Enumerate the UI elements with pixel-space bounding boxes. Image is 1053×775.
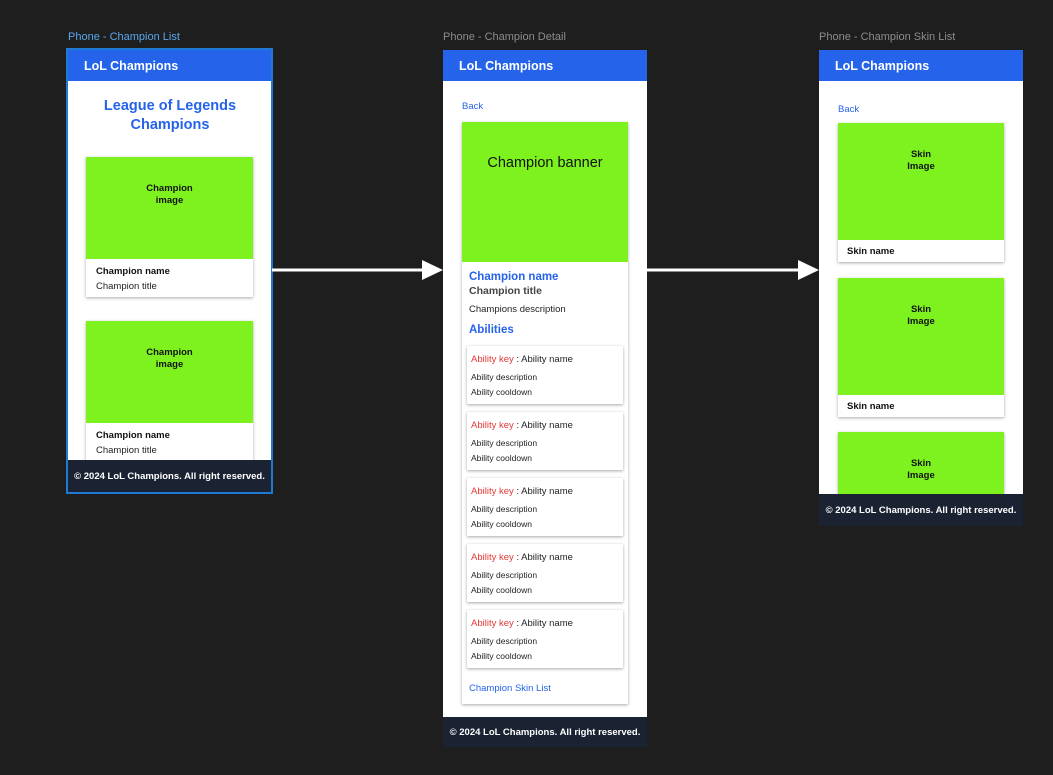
phone-champion-skin-list[interactable]: LoL Champions Back Skin Image Skin name … [819, 50, 1023, 526]
app-header: LoL Champions [68, 50, 271, 81]
app-footer: © 2024 LoL Champions. All right reserved… [819, 494, 1023, 526]
ability-card: Ability key : Ability name Ability descr… [467, 346, 623, 404]
skin-name: Skin name [847, 246, 895, 257]
champion-banner-label: Champion banner [487, 155, 603, 171]
phone-champion-detail[interactable]: LoL Champions Back Champion banner Champ… [443, 50, 647, 747]
ability-card: Ability key : Ability name Ability descr… [467, 478, 623, 536]
ability-key: Ability key [471, 354, 514, 365]
ability-name: : Ability name [513, 420, 573, 431]
champion-name: Champion name [96, 430, 170, 441]
skin-image: Skin Image [838, 123, 1004, 240]
champion-name: Champion name [96, 266, 170, 277]
ability-cooldown: Ability cooldown [471, 387, 532, 397]
champion-banner: Champion banner [462, 122, 628, 262]
champion-name: Champion name [469, 271, 559, 283]
champion-description: Champions description [469, 304, 566, 315]
app-title: LoL Champions [459, 58, 554, 73]
ability-card: Ability key : Ability name Ability descr… [467, 610, 623, 668]
ability-name: : Ability name [513, 354, 573, 365]
app-title: LoL Champions [84, 58, 179, 73]
app-title: LoL Champions [835, 58, 930, 73]
champion-image: Champion image [86, 157, 253, 259]
footer-text: © 2024 LoL Champions. All right reserved… [825, 504, 1017, 516]
flow-arrow-icon [647, 260, 819, 280]
abilities-heading: Abilities [469, 324, 514, 336]
ability-description: Ability description [471, 504, 538, 514]
footer-text: © 2024 LoL Champions. All right reserved… [74, 470, 265, 482]
frame-label-champion-detail[interactable]: Phone - Champion Detail [443, 31, 566, 43]
champion-card[interactable]: Champion image Champion name Champion ti… [86, 157, 253, 297]
frame-label-champion-list[interactable]: Phone - Champion List [68, 31, 180, 43]
frame-label-champion-skin-list[interactable]: Phone - Champion Skin List [819, 31, 955, 43]
ability-description: Ability description [471, 438, 538, 448]
skin-image-label: Skin Image [907, 458, 935, 481]
back-link[interactable]: Back [838, 104, 859, 115]
ability-cooldown: Ability cooldown [471, 651, 532, 661]
champion-image: Champion image [86, 321, 253, 423]
skin-image-label: Skin Image [907, 304, 935, 327]
champion-image-label: Champion image [146, 347, 193, 370]
app-header: LoL Champions [819, 50, 1023, 81]
skin-image: Skin Image [838, 278, 1004, 395]
champion-card[interactable]: Champion image Champion name Champion ti… [86, 321, 253, 461]
ability-name: : Ability name [513, 486, 573, 497]
skin-image-label: Skin Image [907, 149, 935, 172]
skin-name: Skin name [847, 401, 895, 412]
ability-key: Ability key [471, 618, 514, 629]
champion-title: Champion title [96, 445, 157, 456]
skin-card[interactable]: Skin Image Skin name [838, 278, 1004, 417]
ability-description: Ability description [471, 372, 538, 382]
champion-skin-list-link[interactable]: Champion Skin List [469, 683, 551, 694]
champion-title: Champion title [469, 285, 542, 297]
back-link[interactable]: Back [462, 101, 483, 112]
champion-image-label: Champion image [146, 183, 193, 206]
app-header: LoL Champions [443, 50, 647, 81]
ability-card: Ability key : Ability name Ability descr… [467, 412, 623, 470]
champion-detail-card: Champion banner Champion name Champion t… [462, 122, 628, 704]
ability-key: Ability key [471, 486, 514, 497]
ability-description: Ability description [471, 570, 538, 580]
app-footer: © 2024 LoL Champions. All right reserved… [68, 460, 271, 492]
ability-cooldown: Ability cooldown [471, 453, 532, 463]
skin-card[interactable]: Skin Image Skin name [838, 123, 1004, 262]
flow-arrow-icon [272, 260, 443, 280]
ability-cooldown: Ability cooldown [471, 585, 532, 595]
ability-key: Ability key [471, 552, 514, 563]
ability-key: Ability key [471, 420, 514, 431]
ability-name: : Ability name [513, 552, 573, 563]
ability-description: Ability description [471, 636, 538, 646]
phone-champion-list[interactable]: LoL Champions League of Legends Champion… [66, 48, 273, 494]
ability-cooldown: Ability cooldown [471, 519, 532, 529]
champion-title: Champion title [96, 281, 157, 292]
app-footer: © 2024 LoL Champions. All right reserved… [443, 717, 647, 747]
ability-name: : Ability name [513, 618, 573, 629]
page-title: League of Legends Champions [103, 98, 237, 133]
ability-card: Ability key : Ability name Ability descr… [467, 544, 623, 602]
footer-text: © 2024 LoL Champions. All right reserved… [449, 726, 641, 738]
